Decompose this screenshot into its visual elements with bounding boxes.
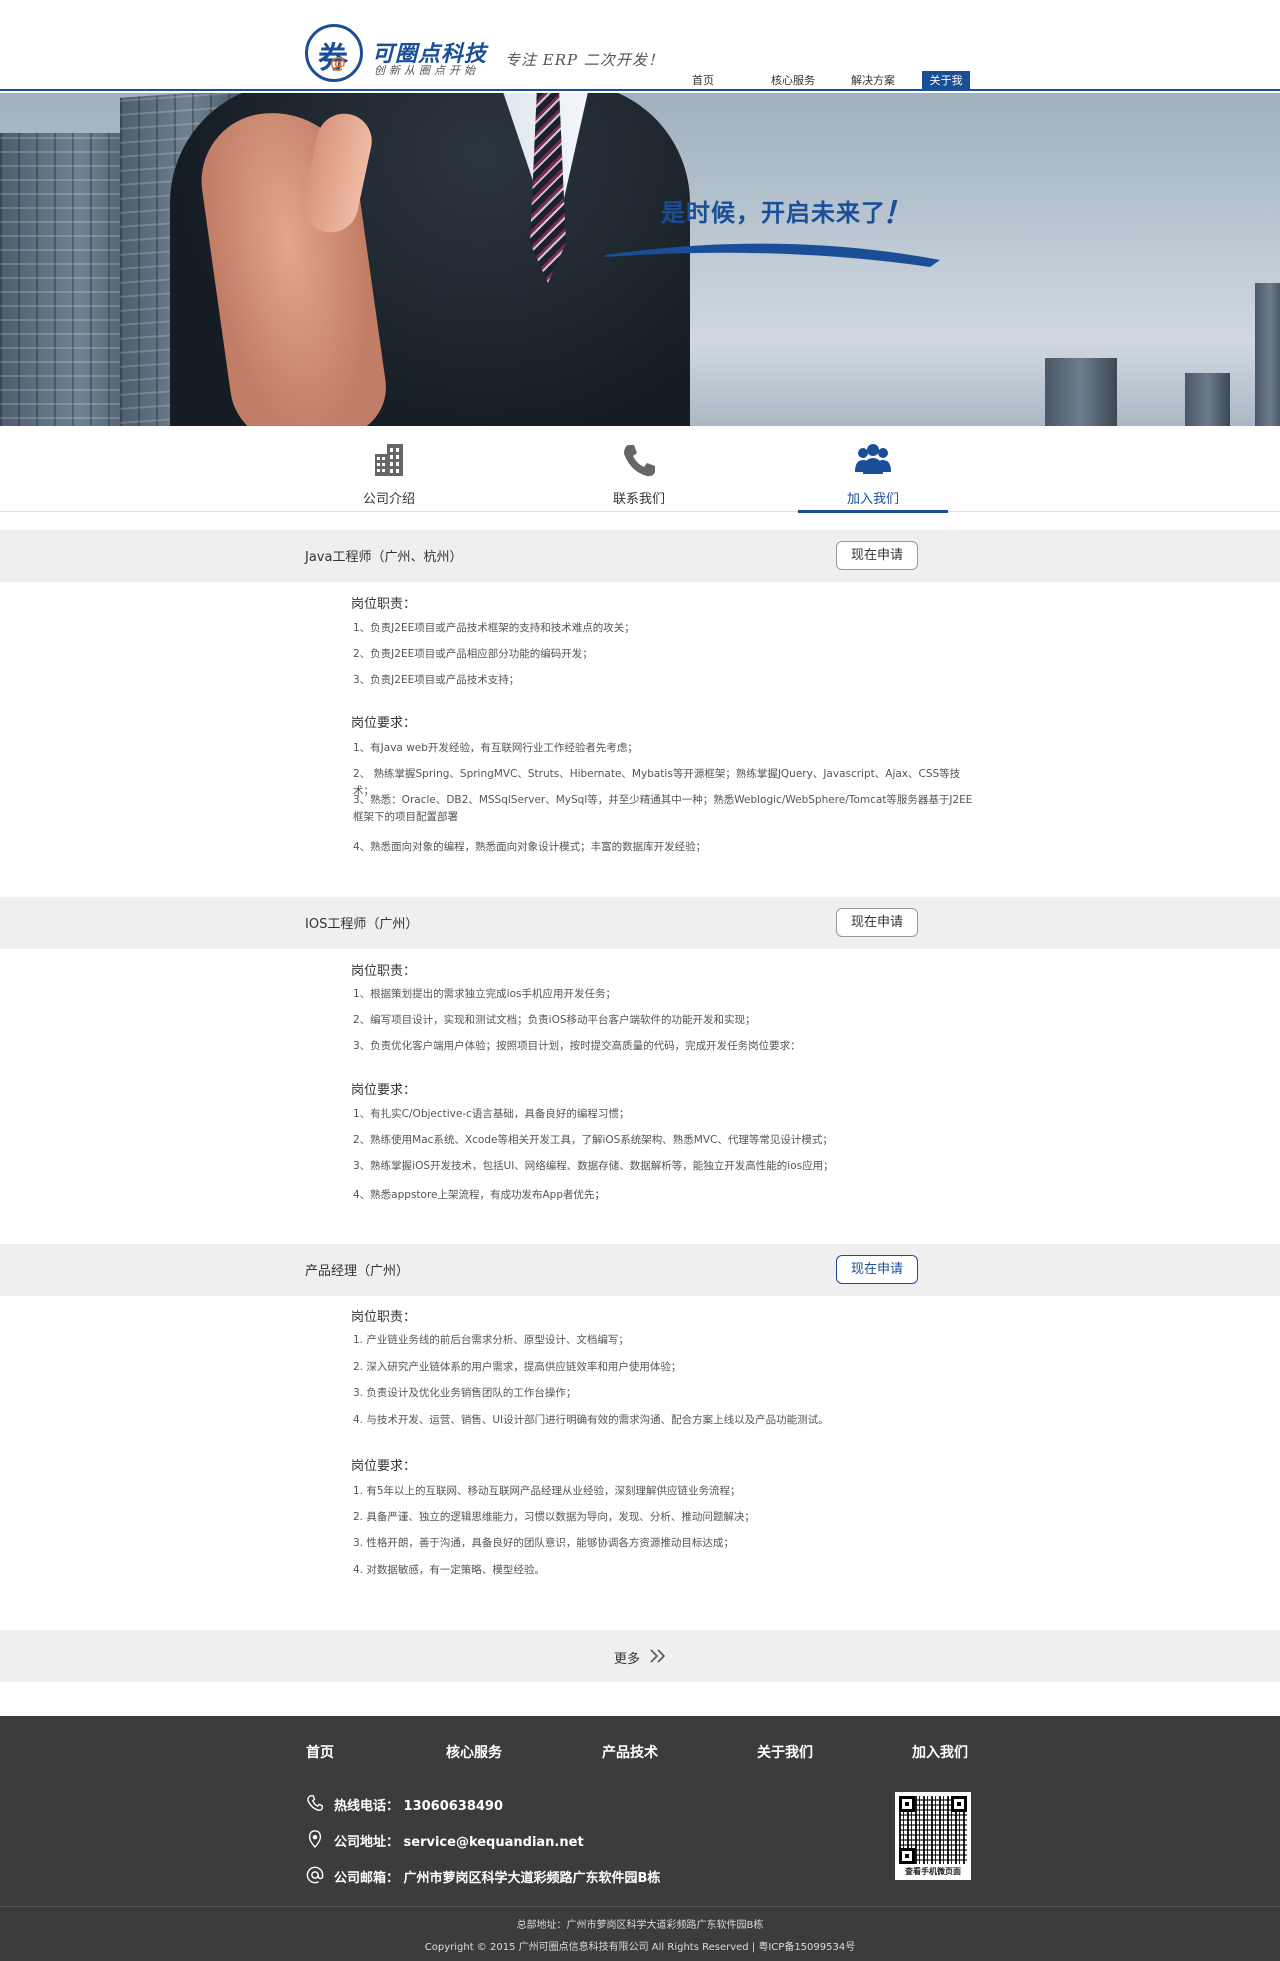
job-title: IOS工程师（广州） — [305, 917, 419, 932]
phone-icon — [307, 1795, 323, 1811]
job-header: Java工程师（广州、杭州） 现在申请 — [0, 530, 1280, 582]
logo-icon[interactable]: 券 @ — [305, 24, 363, 82]
list-item: 1、负责J2EE项目或产品技术框架的支持和技术难点的攻关； — [353, 622, 635, 634]
logo-at: @ — [330, 53, 346, 72]
tab-contact[interactable]: 联系我们 — [564, 426, 714, 512]
more-link[interactable]: 更多 — [0, 1630, 1280, 1682]
apply-button[interactable]: 现在申请 — [836, 541, 918, 570]
apply-button[interactable]: 现在申请 — [836, 1255, 918, 1284]
location-pin-icon — [308, 1830, 322, 1848]
list-item: 1. 有5年以上的互联网、移动互联网产品经理从业经验，深刻理解供应链业务流程； — [353, 1485, 741, 1497]
requirements-heading: 岗位要求： — [351, 716, 417, 731]
section-tabs: 公司介绍 联系我们 加入我们 — [0, 426, 1280, 513]
list-item: 3、负责优化客户端用户体验；按照项目计划，按时提交高质量的代码，完成开发任务岗位… — [353, 1040, 801, 1052]
footer-nav-home[interactable]: 首页 — [306, 1742, 334, 1762]
people-icon — [855, 444, 891, 474]
list-item: 2、熟练使用Mac系统、Xcode等相关开发工具，了解iOS系统架构、熟悉MVC… — [353, 1134, 833, 1146]
tab-label: 加入我们 — [846, 492, 899, 507]
job-header: IOS工程师（广州） 现在申请 — [0, 897, 1280, 949]
double-chevron-right-icon — [650, 1649, 666, 1663]
list-item: 1、有扎实C/Objective-c语言基础，具备良好的编程习惯； — [353, 1108, 630, 1120]
list-item: 1、有Java web开发经验，有互联网行业工作经验者先考虑； — [353, 742, 638, 754]
nav-item-about[interactable]: 关于我们 — [922, 71, 970, 107]
phone-icon — [624, 445, 655, 477]
nav-item-solutions[interactable]: 解决方案 — [840, 71, 906, 91]
list-item: 4、熟悉appstore上架流程，有成功发布App者优先； — [353, 1189, 606, 1201]
list-item: 3. 性格开朗，善于沟通，具备良好的团队意识，能够协调各方资源推动目标达成； — [353, 1537, 734, 1549]
address-text: 公司邮箱： 广州市萝岗区科学大道彩频路广东软件园B栋 — [334, 1871, 661, 1886]
banner-exclaim: ！ — [882, 196, 912, 231]
header-slogan: 专注 ERP 二次开发！ — [505, 51, 664, 69]
building-icon — [375, 444, 403, 476]
qr-code[interactable]: 查看手机微页面 — [895, 1792, 971, 1880]
duties-heading: 岗位职责： — [351, 964, 417, 979]
tab-join-us[interactable]: 加入我们 — [798, 426, 948, 513]
list-item: 2. 具备严谨、独立的逻辑思维能力，习惯以数据为导向，发现、分析、推动问题解决； — [353, 1511, 755, 1523]
email-text: 公司地址： service@kequandian.net — [334, 1835, 584, 1850]
list-item: 3、熟练掌握iOS开发技术，包括UI、网络编程、数据存储、数据解析等，能独立开发… — [353, 1160, 834, 1172]
list-item: 3. 负责设计及优化业务销售团队的工作台操作； — [353, 1387, 577, 1399]
tab-company-intro[interactable]: 公司介绍 — [314, 426, 464, 512]
duties-heading: 岗位职责： — [351, 597, 417, 612]
footer-copyright: Copyright © 2015 广州可圈点信息科技有限公司 All Right… — [424, 1942, 856, 1953]
building-image — [1045, 358, 1117, 426]
tab-label: 联系我们 — [612, 492, 665, 507]
list-item: 3、熟悉：Oracle、DB2、MSSqlServer、MySql等，并至少精通… — [353, 794, 973, 823]
list-item: 3、负责J2EE项目或产品技术支持； — [353, 674, 520, 686]
footer-divider — [0, 1906, 1280, 1907]
job-title: 产品经理（广州） — [305, 1264, 410, 1279]
hero-banner: 是时候，开启未来了 ！ — [0, 93, 1280, 426]
phone-text: 热线电话： 13060638490 — [334, 1799, 504, 1814]
site-header: 券 @ 可圈点科技 创新从圈点开始 专注 ERP 二次开发！ 首页 核心服务 解… — [0, 0, 1280, 107]
site-footer: 首页 核心服务 产品技术 关于我们 加入我们 热线电话： 13060638490… — [0, 1716, 1280, 1961]
list-item: 1. 产业链业务线的前后台需求分析、原型设计、文档编写； — [353, 1334, 629, 1346]
requirements-heading: 岗位要求： — [351, 1459, 417, 1474]
apply-button[interactable]: 现在申请 — [836, 908, 918, 937]
at-sign-icon — [306, 1866, 324, 1884]
building-image — [1255, 283, 1280, 426]
requirements-heading: 岗位要求： — [351, 1083, 417, 1098]
nav-item-services[interactable]: 核心服务 — [760, 71, 826, 91]
list-item: 2. 深入研究产业链体系的用户需求，提高供应链效率和用户使用体验； — [353, 1361, 682, 1373]
tab-label: 公司介绍 — [362, 492, 415, 507]
building-image — [1185, 373, 1230, 426]
footer-nav-services[interactable]: 核心服务 — [446, 1742, 502, 1762]
list-item: 4、熟悉面向对象的编程，熟悉面向对象设计模式；丰富的数据库开发经验； — [353, 841, 707, 853]
list-item: 2、负责J2EE项目或产品相应部分功能的编码开发； — [353, 648, 593, 660]
qr-caption: 查看手机微页面 — [905, 1867, 961, 1876]
list-item: 1、根据策划提出的需求独立完成ios手机应用开发任务； — [353, 988, 616, 1000]
job-header: 产品经理（广州） 现在申请 — [0, 1244, 1280, 1296]
list-item: 2、编写项目设计，实现和测试文档；负责iOS移动平台客户端软件的功能开发和实现； — [353, 1014, 756, 1026]
footer-nav-join[interactable]: 加入我们 — [912, 1742, 968, 1762]
duties-heading: 岗位职责： — [351, 1310, 417, 1325]
logo-tagline: 创新从圈点开始 — [374, 64, 479, 77]
qr-code-image — [899, 1796, 967, 1864]
swoosh-decoration — [605, 243, 940, 267]
banner-title: 是时候，开启未来了 — [661, 199, 886, 227]
footer-nav-products[interactable]: 产品技术 — [602, 1742, 658, 1762]
footer-nav-about[interactable]: 关于我们 — [757, 1742, 813, 1762]
job-title: Java工程师（广州、杭州） — [305, 550, 463, 565]
more-label: 更多 — [614, 1652, 641, 1667]
nav-item-home[interactable]: 首页 — [680, 71, 726, 91]
list-item: 4. 对数据敏感，有一定策略、模型经验。 — [353, 1564, 545, 1576]
list-item: 4. 与技术开发、运营、销售、UI设计部门进行明确有效的需求沟通、配合方案上线以… — [353, 1414, 829, 1426]
footer-address-line: 总部地址：广州市萝岗区科学大道彩频路广东软件园B栋 — [516, 1920, 764, 1931]
